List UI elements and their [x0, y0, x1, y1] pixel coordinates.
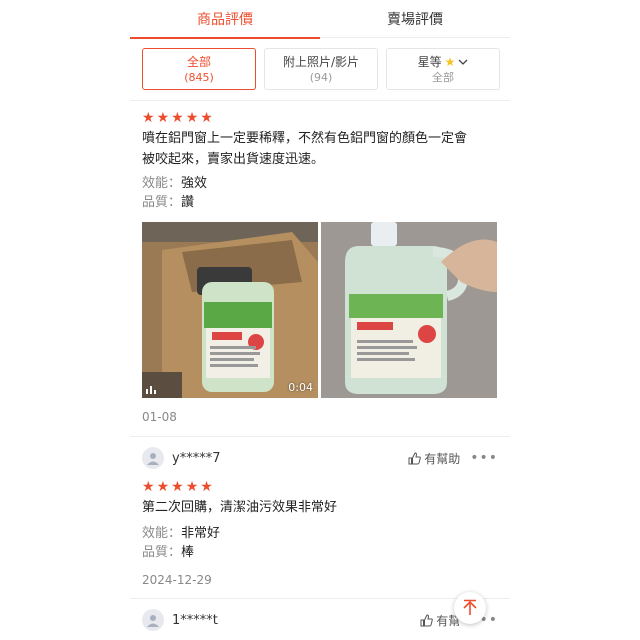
filter-media-count: (94): [309, 70, 333, 84]
review-1-photo[interactable]: [321, 222, 497, 398]
review-2-comment: 第二次回購，清潔油污效果非常好: [142, 500, 338, 515]
review-page: 商品評價 賣場評價 全部 (845) 附上照片/影片 (94) 星等 ★ 全部 …: [130, 0, 510, 640]
star-icon: ★: [156, 110, 170, 126]
filter-rating-label: 星等: [417, 54, 442, 69]
review-1-attr-quality: 品質：讚: [142, 195, 195, 210]
star-icon: ★: [171, 479, 184, 495]
thumbs-up-icon: [420, 613, 433, 626]
star-icon: ★: [200, 479, 213, 495]
tab-product-reviews[interactable]: 商品評價: [130, 0, 320, 39]
thumbs-up-icon: [408, 451, 421, 464]
user-icon: [147, 615, 159, 627]
video-duration: 0:04: [288, 381, 313, 394]
user-icon: [147, 453, 159, 465]
tab-shop-reviews[interactable]: 賣場評價: [320, 0, 510, 38]
product-photo: [321, 222, 497, 398]
filter-all-label: 全部: [186, 54, 211, 69]
avatar[interactable]: [142, 609, 164, 631]
review-2-attr-efficacy: 效能：非常好: [142, 526, 221, 541]
filter-star-rating[interactable]: 星等 ★ 全部: [386, 48, 500, 90]
review-1-video-thumbnail[interactable]: 0:04: [142, 222, 318, 398]
star-icon: ★: [185, 110, 199, 126]
helpful-button[interactable]: 有幫助: [408, 450, 460, 467]
scroll-to-top-button[interactable]: [454, 592, 486, 624]
review-2-header: y*****7 有幫助 •••: [142, 446, 498, 470]
filter-rating-sub: 全部: [432, 70, 454, 84]
review-2-username[interactable]: y*****7: [172, 451, 220, 466]
review-3-header: 1*****t 有幫 •••: [142, 608, 498, 632]
divider: [130, 100, 510, 101]
review-1-date: 01-08: [142, 410, 177, 424]
review-1-comment: 噴在鋁門窗上一定要稀釋，不然有色鋁門窗的顏色一定會 被咬起來，賣家出貨速度迅速。: [142, 131, 468, 167]
review-2-stars: ★ ★ ★ ★ ★: [142, 480, 213, 494]
filter-media-label: 附上照片/影片: [282, 54, 360, 69]
star-icon: ★: [142, 110, 155, 126]
review-2-attr-quality: 品質：棒: [142, 545, 195, 560]
star-icon: ★: [171, 110, 184, 126]
star-icon: ★: [185, 479, 199, 495]
star-icon: ★: [444, 54, 456, 69]
more-options-icon[interactable]: •••: [470, 450, 498, 466]
arrow-up-icon: [463, 599, 477, 615]
filter-with-media[interactable]: 附上照片/影片 (94): [264, 48, 378, 90]
review-3-username[interactable]: 1*****t: [172, 613, 218, 628]
star-icon: ★: [200, 110, 213, 126]
product-video-frame: [142, 222, 318, 398]
avatar[interactable]: [142, 447, 164, 469]
divider: [130, 436, 510, 437]
review-1-attr-efficacy: 效能：強效: [142, 176, 208, 191]
filter-all-count: (845): [184, 70, 214, 84]
video-bars-icon: [146, 384, 158, 394]
star-icon: ★: [156, 479, 170, 495]
filter-all[interactable]: 全部 (845): [142, 48, 256, 90]
review-1-stars: ★ ★ ★ ★ ★: [142, 111, 213, 125]
review-tabs: 商品評價 賣場評價: [130, 0, 510, 39]
chevron-down-icon: [458, 59, 468, 65]
star-icon: ★: [142, 479, 155, 495]
divider: [130, 598, 510, 599]
review-filters: 全部 (845) 附上照片/影片 (94) 星等 ★ 全部: [142, 48, 500, 90]
review-2-date: 2024-12-29: [142, 573, 212, 587]
